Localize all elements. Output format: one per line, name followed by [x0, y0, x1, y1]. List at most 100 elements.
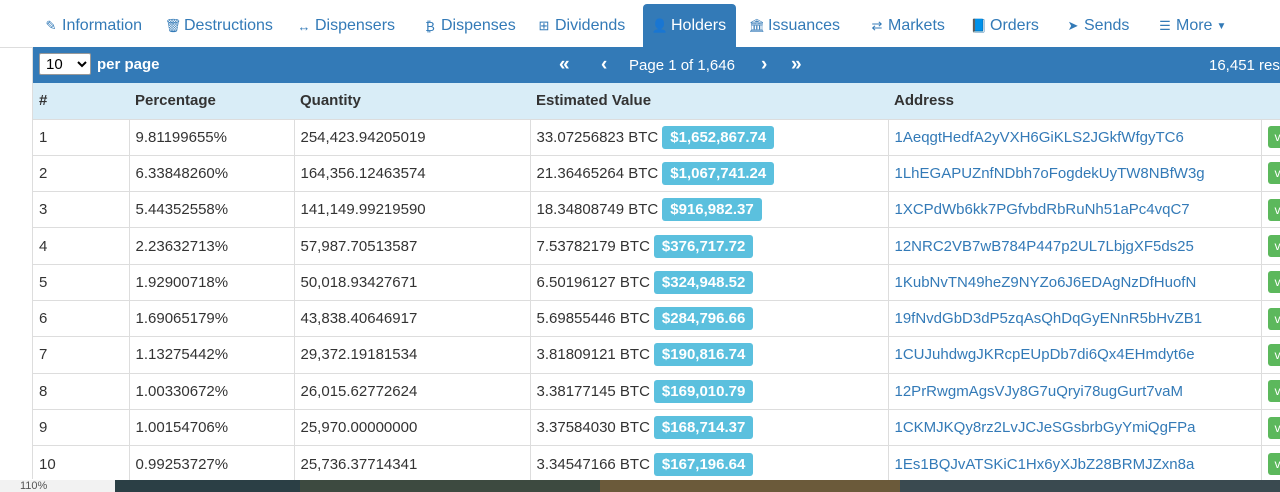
address-link[interactable]: 12NRC2VB7wB784P447p2UL7LbjgXF5ds25: [895, 238, 1194, 255]
btc-value: 5.69855446 BTC: [536, 310, 650, 328]
cell-actions: v: [1260, 409, 1280, 446]
table-row: 9 1.00154706% 25,970.00000000 3.37584030 BT…: [33, 409, 1280, 446]
cell-estimated-value: 33.07256823 BTC $1,652,867.74: [529, 119, 888, 156]
user-icon: 👤: [651, 18, 669, 33]
tab-label: More: [1176, 17, 1213, 34]
tab-information[interactable]: ✎ Information: [34, 4, 152, 48]
tab-dividends[interactable]: ⊞ Dividends: [527, 4, 635, 48]
next-page-icon[interactable]: ›: [761, 47, 767, 83]
address-link[interactable]: 1CKMJKQy8rz2LvJCJeSGsbrbGyYmiQgFPa: [895, 419, 1196, 436]
cell-address: 1Es1BQJvATSKiC1Hx6yXJbZ28BRMJZxn8a: [887, 445, 1261, 482]
nav-tabs: ✎ Information 🗑 Destructions ↔ Dispensers ₿…: [0, 0, 1280, 48]
address-link[interactable]: 1LhEGAPUZnfNDbh7oFogdekUyTW8NBfW3g: [895, 165, 1205, 182]
tab-dispensers[interactable]: ↔ Dispensers: [287, 4, 405, 48]
cell-actions: v: [1260, 445, 1280, 482]
usd-badge: $1,067,741.24: [662, 161, 775, 185]
cell-actions: v: [1260, 155, 1280, 192]
cell-rank: 7: [39, 346, 48, 364]
last-page-icon[interactable]: »: [791, 47, 802, 83]
table-row: 4 2.23632713% 57,987.70513587 7.53782179 BT…: [33, 227, 1280, 265]
btc-value: 18.34808749 BTC: [536, 201, 659, 219]
usd-badge: $916,982.37: [662, 198, 762, 222]
address-link[interactable]: 1CUJuhdwgJKRcpEUpDb7di6Qx4EHmdyt6e: [895, 346, 1195, 363]
tab-label: Dispensers: [315, 17, 396, 34]
results-count: 16,451 res: [1209, 56, 1280, 74]
tab-dispenses[interactable]: ₿ Dispenses: [413, 4, 526, 48]
view-button[interactable]: v: [1267, 271, 1280, 294]
address-link[interactable]: 1KubNvTN49heZ9NYZo6J6EDAgNzDfHuofN: [895, 274, 1197, 291]
tab-more[interactable]: ☰ More ▼: [1148, 4, 1236, 48]
address-link[interactable]: 19fNvdGbD3dP5zqAsQhDqGyENnR5bHvZB1: [895, 310, 1203, 327]
tab-holders[interactable]: 👤 Holders: [643, 4, 737, 48]
prev-page-icon[interactable]: ‹: [601, 47, 607, 83]
address-link[interactable]: 1AeqgtHedfA2yVXH6GiKLS2JGkfWfgyTC6: [895, 129, 1184, 146]
usd-badge: $168,714.37: [653, 416, 754, 440]
table-row: 5 1.92900718% 50,018.93427671 6.50196127 BT…: [33, 264, 1280, 301]
address-link[interactable]: 1XCPdWb6kk7PGfvbdRbRuNh51aPc4vqC7: [895, 201, 1190, 218]
view-button[interactable]: v: [1267, 416, 1280, 439]
view-button[interactable]: v: [1267, 343, 1280, 366]
caret-down-icon: ▼: [1216, 20, 1227, 32]
cell-address: 1AeqgtHedfA2yVXH6GiKLS2JGkfWfgyTC6: [887, 119, 1261, 156]
tab-sends[interactable]: ➤ Sends: [1056, 4, 1139, 48]
cell-address: 12PrRwgmAgsVJy8G7uQryi78ugGurt7vaM: [887, 373, 1261, 410]
tab-label: Markets: [888, 17, 945, 34]
cell-quantity: 141,149.99219590: [293, 191, 530, 228]
btc-value: 33.07256823 BTC: [536, 128, 659, 146]
cell-rank: 3: [39, 201, 48, 219]
cell-estimated-value: 3.81809121 BTC $190,816.74: [529, 336, 888, 374]
cell-rank: 8: [39, 382, 48, 400]
send-icon: ➤: [1067, 18, 1079, 33]
cell-rank: 9: [39, 419, 48, 437]
pencil-icon: ✎: [45, 18, 57, 33]
col-address: Address: [894, 92, 955, 110]
page-info: Page 1 of 1,646: [629, 56, 735, 74]
per-page-control: 10 per page: [39, 53, 160, 75]
per-page-select[interactable]: 10: [39, 53, 91, 75]
view-button[interactable]: v: [1267, 162, 1280, 185]
cell-actions: v: [1260, 119, 1280, 156]
cell-quantity: 25,736.37714341: [293, 445, 530, 482]
cell-quantity: 26,015.62772624: [293, 373, 530, 410]
zoom-level: 110%: [20, 480, 48, 492]
btc-value: 6.50196127 BTC: [536, 273, 650, 291]
tab-markets[interactable]: ⇄ Markets: [860, 4, 955, 48]
view-button[interactable]: v: [1267, 126, 1280, 149]
address-link[interactable]: 1Es1BQJvATSKiC1Hx6yXJbZ28BRMJZxn8a: [895, 456, 1195, 473]
tab-orders[interactable]: 📘 Orders: [962, 4, 1049, 48]
view-button[interactable]: v: [1267, 307, 1280, 330]
table-row: 8 1.00330672% 26,015.62772624 3.38177145 BT…: [33, 373, 1280, 410]
exchange-icon: ⇄: [871, 18, 883, 33]
table-row: 10 0.99253727% 25,736.37714341 3.34547166 B…: [33, 445, 1280, 482]
cell-rank: 10: [39, 455, 56, 473]
cell-rank: 6: [39, 310, 48, 328]
btc-value: 3.34547166 BTC: [536, 455, 650, 473]
view-button[interactable]: v: [1267, 198, 1280, 221]
view-button[interactable]: v: [1267, 235, 1280, 258]
cell-actions: v: [1260, 373, 1280, 410]
cell-quantity: 29,372.19181534: [293, 336, 530, 374]
view-button[interactable]: v: [1267, 453, 1280, 476]
cell-address: 19fNvdGbD3dP5zqAsQhDqGyENnR5bHvZB1: [887, 300, 1261, 337]
cell-estimated-value: 3.37584030 BTC $168,714.37: [529, 409, 888, 446]
holders-panel: 10 per page « ‹ Page 1 of 1,646 › » 16,4…: [32, 47, 1280, 482]
cell-percentage: 2.23632713%: [128, 227, 294, 265]
taskbar-strip: [0, 480, 1280, 492]
bank-icon: 🏛: [748, 18, 766, 33]
cell-actions: v: [1260, 191, 1280, 228]
address-link[interactable]: 12PrRwgmAgsVJy8G7uQryi78ugGurt7vaM: [895, 383, 1183, 400]
tab-destructions[interactable]: 🗑 Destructions: [156, 4, 283, 48]
view-button[interactable]: v: [1267, 380, 1280, 403]
cell-rank: 5: [39, 273, 48, 291]
cell-address: 1LhEGAPUZnfNDbh7oFogdekUyTW8NBfW3g: [887, 155, 1261, 192]
cell-actions: v: [1260, 336, 1280, 374]
cell-estimated-value: 21.36465264 BTC $1,067,741.24: [529, 155, 888, 192]
trash-icon: 🗑: [164, 18, 182, 33]
tab-label: Information: [62, 17, 143, 34]
bitcoin-icon: ₿: [425, 18, 435, 34]
cell-quantity: 43,838.40646917: [293, 300, 530, 337]
cell-address: 12NRC2VB7wB784P447p2UL7LbjgXF5ds25: [887, 227, 1261, 265]
first-page-icon[interactable]: «: [559, 47, 570, 83]
cell-quantity: 254,423.94205019: [293, 119, 530, 156]
tab-issuances[interactable]: 🏛 Issuances: [740, 4, 850, 48]
